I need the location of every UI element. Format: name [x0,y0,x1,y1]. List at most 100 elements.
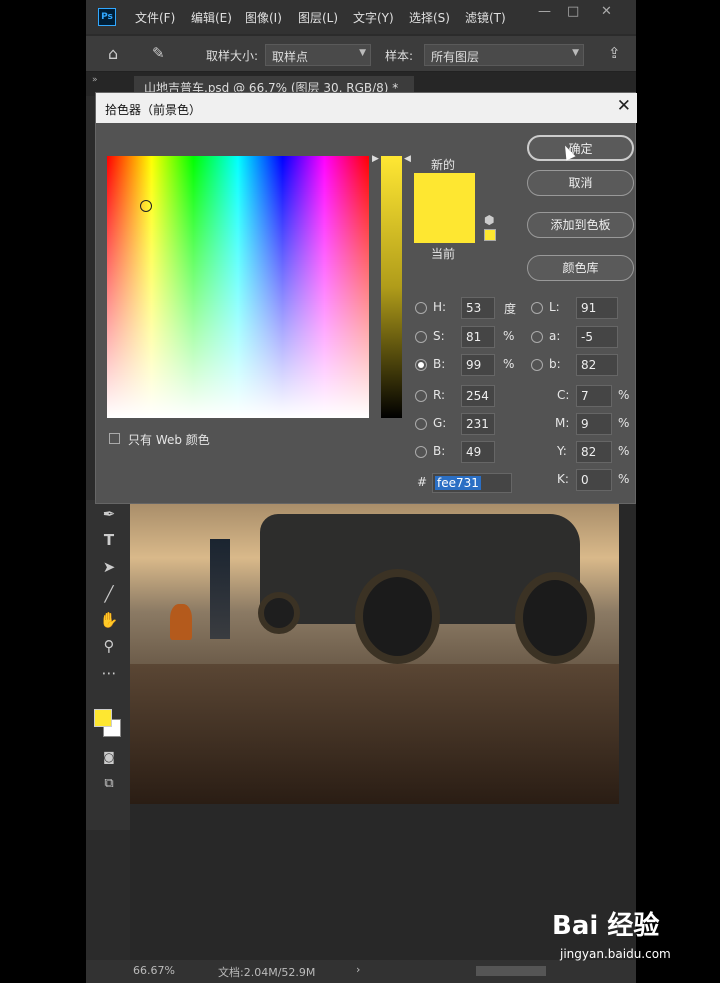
h-label: H: [433,300,447,314]
blue-label: B: [433,444,446,458]
hex-input[interactable]: fee731 [432,473,512,493]
home-icon[interactable]: ⌂ [108,44,118,63]
menu-file[interactable]: 文件(F) [135,9,175,26]
zoom-tool-icon[interactable]: ⚲ [98,635,120,657]
lab-b-radio[interactable] [531,359,543,371]
hand-tool-icon[interactable]: ✋ [98,609,120,631]
y-unit: % [618,444,630,458]
menu-select[interactable]: 选择(S) [409,9,450,26]
a-field[interactable]: -5 [576,326,618,348]
g-field[interactable]: 231 [461,413,495,435]
hue-slider-left-arrow[interactable]: ▶ [372,154,379,164]
l-radio[interactable] [531,302,543,314]
quick-mask-icon[interactable]: ◙ [98,746,120,768]
sample-select[interactable]: 所有图层 ▼ [424,44,584,66]
close-window-button[interactable]: ✕ [601,4,612,19]
menu-filter[interactable]: 滤镜(T) [465,9,506,26]
sample-value: 所有图层 [431,50,480,64]
share-icon[interactable]: ⇪ [608,44,621,62]
hex-value: fee731 [435,476,481,490]
sample-size-value: 取样点 [272,50,309,64]
foreground-color-swatch[interactable] [94,709,112,727]
screen-mode-icon[interactable]: ⧉ [98,773,120,795]
k-field[interactable]: 0 [576,469,612,491]
status-bar: 66.67% 文档:2.04M/52.9M › [86,960,636,983]
title-bar: Ps 文件(F) 编辑(E) 图像(I) 图层(L) 文字(Y) 选择(S) 滤… [86,0,636,34]
saturation-brightness-field[interactable] [107,156,369,418]
color-picker-dialog: 拾色器（前景色） ✕ ▶ ◀ 新的 当前 ⬢ 确定 取消 添加到色板 颜色库 H… [95,92,637,504]
cancel-button[interactable]: 取消 [527,170,634,196]
hue-slider-right-arrow[interactable]: ◀ [404,154,411,164]
color-picker-ring[interactable] [140,200,152,212]
jeep-front-wheel [355,569,440,664]
eyedropper-icon[interactable]: ✎ [152,44,165,62]
new-color-swatch [414,173,475,209]
sample-size-select[interactable]: 取样点 ▼ [265,44,371,66]
path-selection-icon[interactable]: ➤ [98,556,120,578]
line-tool-icon[interactable]: ╱ [98,583,120,605]
r-field[interactable]: 254 [461,385,495,407]
b-radio[interactable] [415,359,427,371]
collapse-icon[interactable]: » [92,75,98,85]
m-label: M: [555,416,570,430]
m-field[interactable]: 9 [576,413,612,435]
s-label: S: [433,329,445,343]
options-bar: ⌂ ✎ 取样大小: 取样点 ▼ 样本: 所有图层 ▼ ⇪ [86,36,636,72]
jeep-rear-wheel [258,592,300,634]
status-arrow-icon[interactable]: › [356,963,360,976]
a-radio[interactable] [531,331,543,343]
r-label: R: [433,388,446,402]
canvas-area[interactable] [130,500,636,960]
menu-edit[interactable]: 编辑(E) [191,9,232,26]
s-unit: % [503,329,515,343]
k-label: K: [557,472,569,486]
r-radio[interactable] [415,390,427,402]
gamut-cube-icon[interactable]: ⬢ [484,213,494,227]
sample-label: 样本: [385,49,414,63]
zoom-level[interactable]: 66.67% [133,964,175,977]
s-field[interactable]: 81 [461,326,495,348]
y-field[interactable]: 82 [576,441,612,463]
dialog-title: 拾色器（前景色） [105,103,202,117]
c-unit: % [618,388,630,402]
maximize-button[interactable]: □ [567,4,579,19]
menu-type[interactable]: 文字(Y) [353,9,394,26]
h-field[interactable]: 53 [461,297,495,319]
y-label: Y: [557,444,567,458]
add-to-swatches-button[interactable]: 添加到色板 [527,212,634,238]
type-tool-icon[interactable]: T [98,529,120,551]
current-label: 当前 [431,247,456,261]
l-label: L: [549,300,560,314]
jeep-right-wheel [515,572,595,664]
horizontal-scrollbar[interactable] [476,966,546,976]
more-tools-icon[interactable]: ⋯ [98,662,120,684]
sample-size-label: 取样大小: [206,49,259,63]
c-field[interactable]: 7 [576,385,612,407]
l-field[interactable]: 91 [576,297,618,319]
menu-layer[interactable]: 图层(L) [298,9,338,26]
k-unit: % [618,472,630,486]
b-unit: % [503,357,515,371]
current-color-swatch[interactable] [414,209,475,243]
minimize-button[interactable]: — [538,4,551,19]
document-image [130,504,619,804]
b-field[interactable]: 99 [461,354,495,376]
blue-radio[interactable] [415,446,427,458]
color-slider[interactable] [381,156,402,418]
menu-image[interactable]: 图像(I) [245,9,282,26]
close-icon[interactable]: ✕ [617,96,631,116]
chevron-down-icon: ▼ [572,48,579,58]
s-radio[interactable] [415,331,427,343]
ok-button[interactable]: 确定 [527,135,634,161]
rock-ground [130,664,619,804]
pen-tool-icon[interactable]: ✒ [98,503,120,525]
web-safe-swatch[interactable] [484,229,496,241]
ps-logo: Ps [98,8,116,26]
web-colors-checkbox[interactable] [109,433,120,444]
color-libraries-button[interactable]: 颜色库 [527,255,634,281]
lab-b-field[interactable]: 82 [576,354,618,376]
h-radio[interactable] [415,302,427,314]
c-label: C: [557,388,570,402]
blue-field[interactable]: 49 [461,441,495,463]
g-radio[interactable] [415,418,427,430]
